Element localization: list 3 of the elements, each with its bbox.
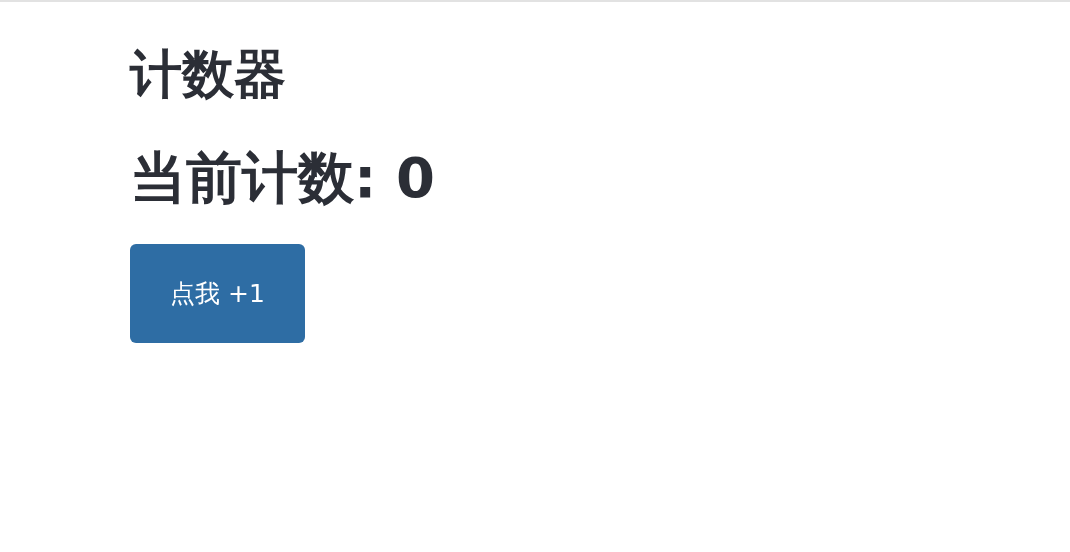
count-heading: 当前计数: 0 xyxy=(130,144,435,212)
increment-button[interactable]: 点我 +1 xyxy=(130,244,305,343)
page-title: 计数器 xyxy=(130,43,286,106)
